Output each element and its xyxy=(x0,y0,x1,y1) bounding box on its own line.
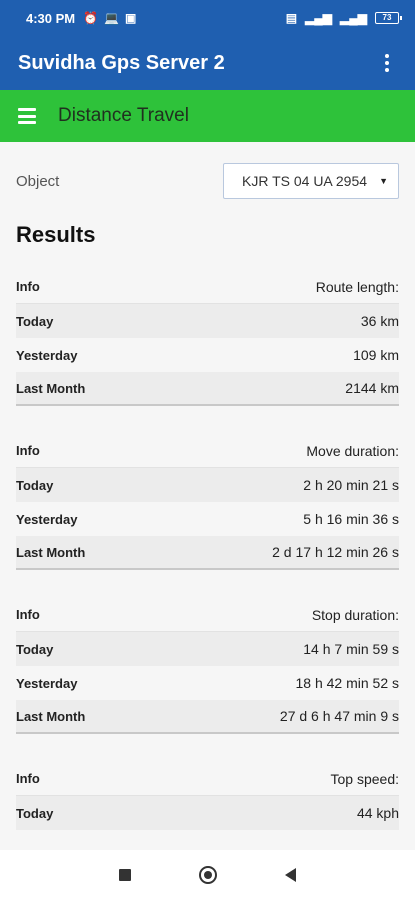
row-label: Last Month xyxy=(16,380,86,396)
message-icon: ▣ xyxy=(125,11,137,25)
result-block: Info Stop duration: Today 14 h 7 min 59 s Ye… xyxy=(16,598,399,734)
info-label: Info xyxy=(16,279,40,294)
status-bar: 4:30 PM ⏰ 💻 ▣ ▤ ▂▄▆ ▂▄▆ 73 xyxy=(0,0,415,36)
home-button[interactable] xyxy=(199,866,217,884)
row-value: 2144 km xyxy=(345,380,399,396)
cell-signal-icon: ▂▄▆ xyxy=(305,11,333,25)
row-label: Today xyxy=(16,641,54,657)
overflow-menu-icon[interactable] xyxy=(377,51,397,75)
row-value: 109 km xyxy=(353,347,399,363)
app-title: Suvidha Gps Server 2 xyxy=(18,51,225,74)
status-time: 4:30 PM xyxy=(26,10,76,26)
info-row: Info Route length: xyxy=(16,270,399,304)
table-row: Today 14 h 7 min 59 s xyxy=(16,632,399,666)
table-row: Today 2 h 20 min 21 s xyxy=(16,468,399,502)
system-nav-bar xyxy=(0,850,415,900)
info-label: Info xyxy=(16,607,40,622)
table-row: Today 44 kph xyxy=(16,796,399,830)
info-row: Info Stop duration: xyxy=(16,598,399,632)
row-label: Yesterday xyxy=(16,511,78,527)
section-title: Distance Travel xyxy=(58,105,189,126)
result-block: Info Route length: Today 36 km Yesterday 109 … xyxy=(16,270,399,406)
results-title: Results xyxy=(16,222,96,247)
battery-icon: 73 xyxy=(375,12,402,24)
row-value: 5 h 16 min 36 s xyxy=(303,511,399,527)
object-label: Object xyxy=(16,172,60,190)
table-row: Last Month 2144 km xyxy=(16,372,399,406)
object-row: Object KJR TS 04 UA 2954 ▼ xyxy=(16,142,399,220)
info-row: Info Move duration: xyxy=(16,434,399,468)
row-label: Today xyxy=(16,805,54,821)
result-block: Info Top speed: Today 44 kph xyxy=(16,762,399,830)
section-bar: Distance Travel xyxy=(0,90,415,142)
row-value: 44 kph xyxy=(356,805,399,821)
wifi-signal-icon: ▤ xyxy=(285,11,298,25)
recents-button[interactable] xyxy=(119,869,131,881)
row-value: 2 h 20 min 21 s xyxy=(303,477,399,493)
menu-icon[interactable] xyxy=(18,108,36,124)
table-row: Yesterday 109 km xyxy=(16,338,399,372)
row-label: Last Month xyxy=(16,708,86,724)
app-bar: Suvidha Gps Server 2 xyxy=(0,36,415,90)
laptop-icon: 💻 xyxy=(104,11,120,25)
table-row: Today 36 km xyxy=(16,304,399,338)
info-value: Route length: xyxy=(315,278,399,295)
row-value: 36 km xyxy=(360,313,399,329)
info-value: Move duration: xyxy=(306,442,399,459)
row-value: 2 d 17 h 12 min 26 s xyxy=(272,544,399,560)
row-label: Today xyxy=(16,477,54,493)
table-row: Yesterday 5 h 16 min 36 s xyxy=(16,502,399,536)
results-blocks: Info Route length: Today 36 km Yesterday 109 … xyxy=(16,270,399,830)
result-block: Info Move duration: Today 2 h 20 min 21 s Ye… xyxy=(16,434,399,570)
main-content: Object KJR TS 04 UA 2954 ▼ Results Info R… xyxy=(0,142,415,850)
row-value: 18 h 42 min 52 s xyxy=(295,675,399,691)
object-select[interactable]: KJR TS 04 UA 2954 ▼ xyxy=(223,163,399,199)
back-button[interactable] xyxy=(285,868,296,882)
row-label: Yesterday xyxy=(16,675,78,691)
object-select-value: KJR TS 04 UA 2954 xyxy=(242,173,368,189)
info-value: Stop duration: xyxy=(311,606,399,623)
row-value: 14 h 7 min 59 s xyxy=(303,641,399,657)
row-label: Today xyxy=(16,313,54,329)
table-row: Last Month 27 d 6 h 47 min 9 s xyxy=(16,700,399,734)
info-label: Info xyxy=(16,771,40,786)
info-value: Top speed: xyxy=(330,770,400,787)
dropdown-caret-icon: ▼ xyxy=(379,176,388,186)
cell-signal-icon-2: ▂▄▆ xyxy=(340,11,367,25)
alarm-icon: ⏰ xyxy=(83,11,99,25)
row-label: Last Month xyxy=(16,544,86,560)
table-row: Last Month 2 d 17 h 12 min 26 s xyxy=(16,536,399,570)
info-row: Info Top speed: xyxy=(16,762,399,796)
info-label: Info xyxy=(16,443,40,458)
table-row: Yesterday 18 h 42 min 52 s xyxy=(16,666,399,700)
row-value: 27 d 6 h 47 min 9 s xyxy=(279,708,399,724)
row-label: Yesterday xyxy=(16,347,78,363)
